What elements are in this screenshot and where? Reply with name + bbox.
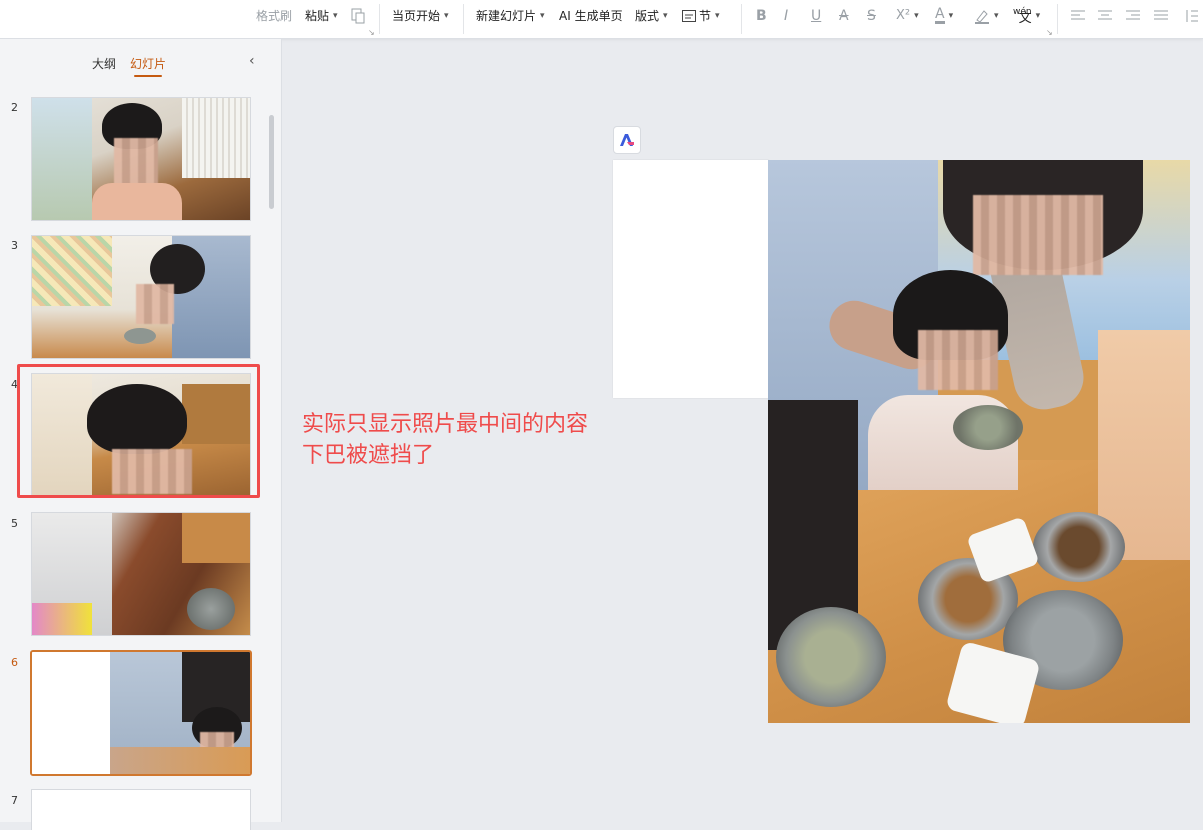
align-left-icon[interactable] [1070, 7, 1086, 25]
align-right-icon[interactable] [1125, 7, 1141, 25]
chevron-down-icon: ▾ [994, 11, 999, 21]
highlighter-icon [975, 10, 989, 24]
annotation-text: 实际只显示照片最中间的内容 下巴被遮挡了 [302, 409, 588, 471]
annotation-line-2: 下巴被遮挡了 [302, 443, 435, 468]
ai-generate-slide-button[interactable]: AI 生成单页 [559, 7, 623, 25]
font-color-button[interactable]: A ▾ [935, 7, 953, 25]
slide-number: 7 [11, 794, 18, 807]
collapse-panel-icon[interactable]: ‹ [249, 53, 255, 69]
section-icon [682, 10, 696, 22]
slide-canvas[interactable] [613, 160, 769, 398]
chevron-down-icon: ▾ [333, 11, 338, 21]
justify-icon[interactable] [1153, 7, 1169, 25]
section-button[interactable]: 节 ▾ [681, 7, 720, 25]
chevron-down-icon: ▾ [914, 11, 919, 21]
slide-number: 3 [11, 239, 18, 252]
chevron-down-icon: ▾ [1035, 11, 1041, 21]
annotation-highlight-box [17, 364, 260, 498]
bold-button[interactable]: B [756, 7, 767, 25]
slide-number: 2 [11, 101, 18, 114]
slide-thumbnail-3[interactable] [31, 235, 251, 359]
slide-number: 6 [11, 656, 18, 669]
slide-thumbnail-2[interactable] [31, 97, 251, 221]
slide-number: 5 [11, 517, 18, 530]
chevron-down-icon: ▾ [663, 11, 668, 21]
slide-panel: 大纲 幻灯片 ‹ 2 3 4 5 6 7 [0, 39, 282, 830]
tab-outline[interactable]: 大纲 [92, 55, 116, 72]
line-spacing-icon[interactable] [1183, 7, 1199, 25]
chevron-down-icon: ▾ [715, 11, 720, 21]
pinyin-guide-button[interactable]: wén 文 ▾ [1013, 7, 1041, 26]
italic-button[interactable]: I [784, 7, 788, 25]
slide-thumbnail-6-current[interactable] [30, 650, 252, 776]
format-painter-button[interactable]: 格式刷 [256, 7, 292, 25]
tab-slides[interactable]: 幻灯片 [130, 55, 166, 77]
highlight-color-button[interactable]: ▾ [974, 7, 999, 25]
strike-s-button[interactable]: S [867, 7, 876, 25]
paste-button[interactable]: 粘贴 ▾ [305, 7, 338, 25]
paste-options-icon[interactable] [350, 7, 366, 25]
underline-button[interactable]: U [811, 7, 821, 25]
align-center-icon[interactable] [1097, 7, 1113, 25]
slide-thumbnail-5[interactable] [31, 512, 251, 636]
ai-assistant-icon[interactable] [613, 126, 641, 154]
annotation-line-1: 实际只显示照片最中间的内容 [302, 412, 589, 437]
superscript-button[interactable]: X² ▾ [896, 7, 919, 25]
strikethrough-button[interactable]: A [839, 7, 849, 25]
chevron-down-icon: ▾ [948, 11, 954, 21]
slide-photo[interactable] [768, 160, 1190, 723]
start-from-current-button[interactable]: 当页开始 ▾ [392, 7, 449, 25]
layout-button[interactable]: 版式 ▾ [635, 7, 668, 25]
ribbon-toolbar: 格式刷 粘贴 ▾ ↘ 当页开始 ▾ 新建幻灯片 ▾ AI 生成单页 版式 ▾ 节 ▾ B … [0, 0, 1203, 39]
panel-tabs: 大纲 幻灯片 [92, 55, 166, 77]
slide-thumbnail-7[interactable] [31, 789, 251, 830]
chevron-down-icon: ▾ [540, 11, 545, 21]
font-dialog-launcher-icon[interactable]: ↘ [1046, 28, 1053, 37]
clipboard-dialog-launcher-icon[interactable]: ↘ [368, 28, 375, 37]
new-slide-button[interactable]: 新建幻灯片 ▾ [476, 7, 545, 25]
panel-scrollbar[interactable] [269, 115, 274, 209]
chevron-down-icon: ▾ [444, 11, 449, 21]
